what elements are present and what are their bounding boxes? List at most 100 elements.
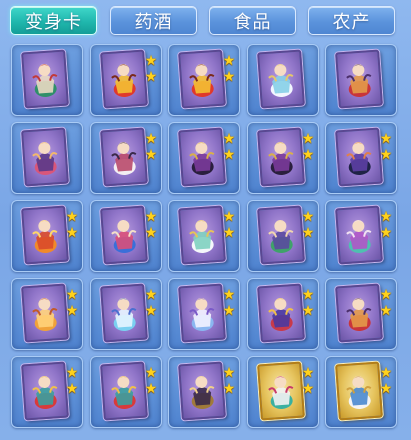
- tab-label: 变身卡: [25, 11, 82, 33]
- inventory-slot[interactable]: ★ ★: [11, 356, 83, 428]
- inventory-slot[interactable]: ★ ★: [247, 356, 319, 428]
- star-icon: ★: [65, 225, 79, 241]
- star-icon: ★: [379, 287, 393, 303]
- tab-medicinal-wine[interactable]: 药酒: [110, 6, 197, 35]
- inventory-slot[interactable]: ★ ★: [247, 200, 319, 272]
- star-icon: ★: [65, 287, 79, 303]
- inventory-slot[interactable]: ★ ★: [168, 122, 240, 194]
- inventory-slot[interactable]: ★ ★: [90, 278, 162, 350]
- inventory-slot[interactable]: ★ ★: [168, 44, 240, 116]
- inventory-slot[interactable]: ★ ★: [325, 122, 397, 194]
- inventory-slot[interactable]: ★ ★: [168, 200, 240, 272]
- star-icon: ★: [222, 287, 236, 303]
- star-rating: ★ ★: [65, 366, 79, 398]
- inventory-slot[interactable]: ★ ★: [325, 356, 397, 428]
- inventory-slot[interactable]: ★ ★: [247, 122, 319, 194]
- inventory-slot[interactable]: ★ ★: [90, 356, 162, 428]
- green-robed-swordsman-card: [21, 49, 69, 109]
- star-icon: ★: [65, 381, 79, 397]
- star-icon: ★: [379, 303, 393, 319]
- star-icon: ★: [301, 287, 315, 303]
- star-icon: ★: [222, 303, 236, 319]
- star-icon: ★: [222, 365, 236, 381]
- red-armored-warrior-card: [335, 49, 383, 109]
- tab-farm-produce[interactable]: 农产: [308, 6, 395, 35]
- inventory-slot[interactable]: ★ ★: [11, 278, 83, 350]
- tab-label: 食品: [233, 11, 272, 33]
- star-rating: ★ ★: [222, 366, 236, 398]
- character-portrait-icon: [346, 64, 372, 97]
- star-rating: ★ ★: [379, 132, 393, 164]
- star-icon: ★: [222, 131, 236, 147]
- star-rating: ★ ★: [301, 132, 315, 164]
- tab-food[interactable]: 食品: [209, 6, 296, 35]
- star-icon: ★: [144, 131, 158, 147]
- star-icon: ★: [65, 303, 79, 319]
- star-icon: ★: [222, 381, 236, 397]
- dark-horse-knight-card: [257, 127, 305, 187]
- character-portrait-icon: [32, 64, 58, 97]
- red-dragon-serpent-card: [21, 361, 69, 421]
- pink-beast-rider-card: [21, 127, 69, 187]
- white-cloud-spirit-card: [257, 49, 305, 109]
- star-icon: ★: [144, 381, 158, 397]
- character-portrait-icon: [189, 376, 215, 409]
- inventory-slot[interactable]: ★ ★: [90, 200, 162, 272]
- dark-horse-knight-card: [178, 127, 226, 187]
- character-portrait-icon: [32, 298, 58, 331]
- character-portrait-icon: [268, 298, 294, 331]
- star-icon: ★: [222, 53, 236, 69]
- star-rating: ★ ★: [222, 132, 236, 164]
- character-portrait-icon: [346, 142, 372, 175]
- jade-fairy-gold-card: [257, 361, 305, 421]
- character-portrait-icon: [111, 220, 137, 253]
- star-icon: ★: [222, 147, 236, 163]
- star-icon: ★: [301, 225, 315, 241]
- inventory-slot[interactable]: ★ ★: [168, 278, 240, 350]
- green-robed-scholar-card: [257, 205, 305, 265]
- inventory-slot[interactable]: [247, 44, 319, 116]
- white-sage-gold-card: [335, 361, 383, 421]
- butterfly-fairy-card: [335, 205, 383, 265]
- inventory-slot[interactable]: ★ ★: [325, 200, 397, 272]
- tab-label: 药酒: [134, 11, 173, 33]
- inventory-slot[interactable]: ★ ★: [247, 278, 319, 350]
- character-portrait-icon: [189, 142, 215, 175]
- star-rating: ★ ★: [144, 210, 158, 242]
- character-portrait-icon: [111, 142, 137, 175]
- golden-fox-card: [21, 283, 69, 343]
- inventory-slot[interactable]: [11, 122, 83, 194]
- star-rating: ★ ★: [379, 366, 393, 398]
- inventory-slot[interactable]: [325, 44, 397, 116]
- ice-phoenix-card: [100, 283, 148, 343]
- character-portrait-icon: [32, 220, 58, 253]
- character-portrait-icon: [268, 142, 294, 175]
- star-icon: ★: [222, 225, 236, 241]
- blue-haired-sage-card: [100, 205, 148, 265]
- inventory-slot[interactable]: ★ ★: [90, 44, 162, 116]
- star-rating: ★ ★: [65, 288, 79, 320]
- blue-spirit-maiden-card: [178, 283, 226, 343]
- inventory-slot[interactable]: ★ ★: [90, 122, 162, 194]
- tab-transform-card[interactable]: 变身卡: [10, 6, 97, 35]
- white-crane-immortal-card: [178, 205, 226, 265]
- character-portrait-icon: [268, 220, 294, 253]
- star-rating: ★ ★: [144, 366, 158, 398]
- star-icon: ★: [379, 147, 393, 163]
- golden-armored-general-card: [178, 361, 226, 421]
- inventory-slot[interactable]: ★ ★: [168, 356, 240, 428]
- character-portrait-icon: [346, 220, 372, 253]
- red-lion-dragon-card: [100, 49, 148, 109]
- tab-label: 农产: [332, 11, 371, 33]
- inventory-slot[interactable]: ★ ★: [325, 278, 397, 350]
- star-rating: ★ ★: [144, 54, 158, 86]
- star-rating: ★ ★: [222, 288, 236, 320]
- inventory-slot[interactable]: ★ ★: [11, 200, 83, 272]
- star-icon: ★: [301, 209, 315, 225]
- star-icon: ★: [144, 287, 158, 303]
- inventory-slot[interactable]: [11, 44, 83, 116]
- star-icon: ★: [65, 209, 79, 225]
- inventory-grid: ★ ★ ★ ★ ★ ★ ★ ★ ★ ★ ★ ★ ★ ★ ★ ★ ★ ★ ★ ★ ★ ★ ★ ★ ★ ★ ★ ★ ★ ★ ★ ★ ★ ★ ★ ★ ★ ★ ★ ★…: [11, 44, 407, 436]
- star-icon: ★: [379, 381, 393, 397]
- star-rating: ★ ★: [222, 210, 236, 242]
